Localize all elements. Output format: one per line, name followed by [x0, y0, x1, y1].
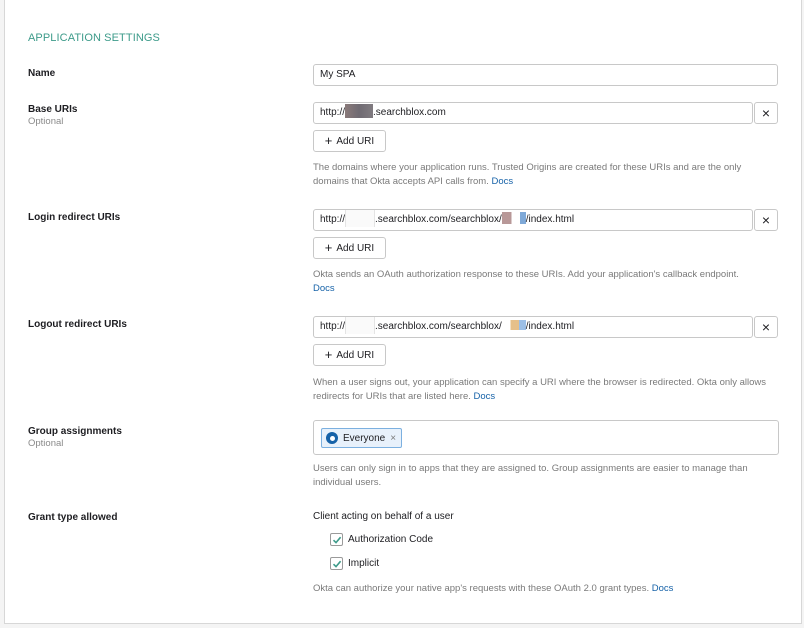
implicit-checkbox[interactable] [330, 557, 343, 570]
base-uri-input[interactable]: http:// .searchblox.com [313, 102, 753, 124]
logout-redirect-input[interactable]: http://.searchblox.com/searchblox//index… [313, 316, 753, 338]
base-uris-docs-link[interactable]: Docs [491, 176, 513, 187]
redacted-path [501, 320, 526, 331]
login-redirect-docs-link[interactable]: Docs [313, 283, 335, 294]
redacted-subdomain [345, 104, 374, 119]
check-icon [332, 560, 342, 568]
redacted-path [501, 212, 526, 225]
add-login-redirect-button[interactable]: + Add URI [313, 237, 386, 259]
group-assignments-label: Group assignments [28, 426, 122, 437]
group-assignments-help: Users can only sign in to apps that they… [313, 463, 748, 488]
base-uris-label: Base URIs [28, 104, 78, 115]
plus-icon: + [324, 133, 333, 148]
group-icon [326, 432, 338, 444]
redacted-subdomain [345, 210, 376, 228]
base-uris-optional: Optional [28, 116, 64, 127]
remove-logout-redirect-button[interactable]: × [754, 316, 778, 338]
application-settings-panel: APPLICATION SETTINGS Name My SPA Base UR… [4, 0, 802, 624]
implicit-label: Implicit [348, 558, 380, 569]
add-uri-label: Add URI [336, 135, 375, 147]
remove-login-redirect-button[interactable]: × [754, 209, 778, 231]
login-redirect-input[interactable]: http://.searchblox.com/searchblox//index… [313, 209, 753, 231]
login-redirect-help: Okta sends an OAuth authorization respon… [313, 269, 739, 294]
base-uri-prefix: http:// [320, 107, 346, 118]
base-uri-suffix: .searchblox.com [373, 107, 446, 118]
add-logout-redirect-button[interactable]: + Add URI [313, 344, 386, 366]
name-label: Name [28, 68, 56, 79]
name-input[interactable]: My SPA [313, 64, 778, 86]
check-icon [332, 536, 342, 544]
remove-chip-icon[interactable]: × [390, 433, 396, 444]
grant-type-label: Grant type allowed [28, 512, 118, 523]
add-base-uri-button[interactable]: + Add URI [313, 130, 386, 152]
base-uris-help: The domains where your application runs.… [313, 162, 742, 187]
group-chip-label: Everyone [343, 432, 386, 444]
plus-icon: + [324, 347, 333, 362]
logout-redirect-docs-link[interactable]: Docs [474, 391, 496, 402]
redacted-subdomain [345, 317, 376, 335]
login-redirect-label: Login redirect URIs [28, 212, 121, 223]
grant-type-help: Okta can authorize your native app's req… [313, 583, 674, 594]
group-assignments-input[interactable]: Everyone × [313, 420, 779, 455]
authorization-code-label: Authorization Code [348, 534, 434, 545]
remove-base-uri-button[interactable]: × [754, 102, 778, 124]
group-assignments-optional: Optional [28, 438, 64, 449]
plus-icon: + [324, 240, 333, 255]
logout-redirect-help: When a user signs out, your application … [313, 377, 767, 402]
grant-type-subheading: Client acting on behalf of a user [313, 511, 454, 522]
section-title: APPLICATION SETTINGS [28, 32, 160, 44]
group-chip-everyone[interactable]: Everyone × [321, 428, 403, 448]
grant-type-docs-link[interactable]: Docs [652, 583, 674, 594]
authorization-code-checkbox[interactable] [330, 533, 343, 546]
logout-redirect-label: Logout redirect URIs [28, 319, 127, 330]
